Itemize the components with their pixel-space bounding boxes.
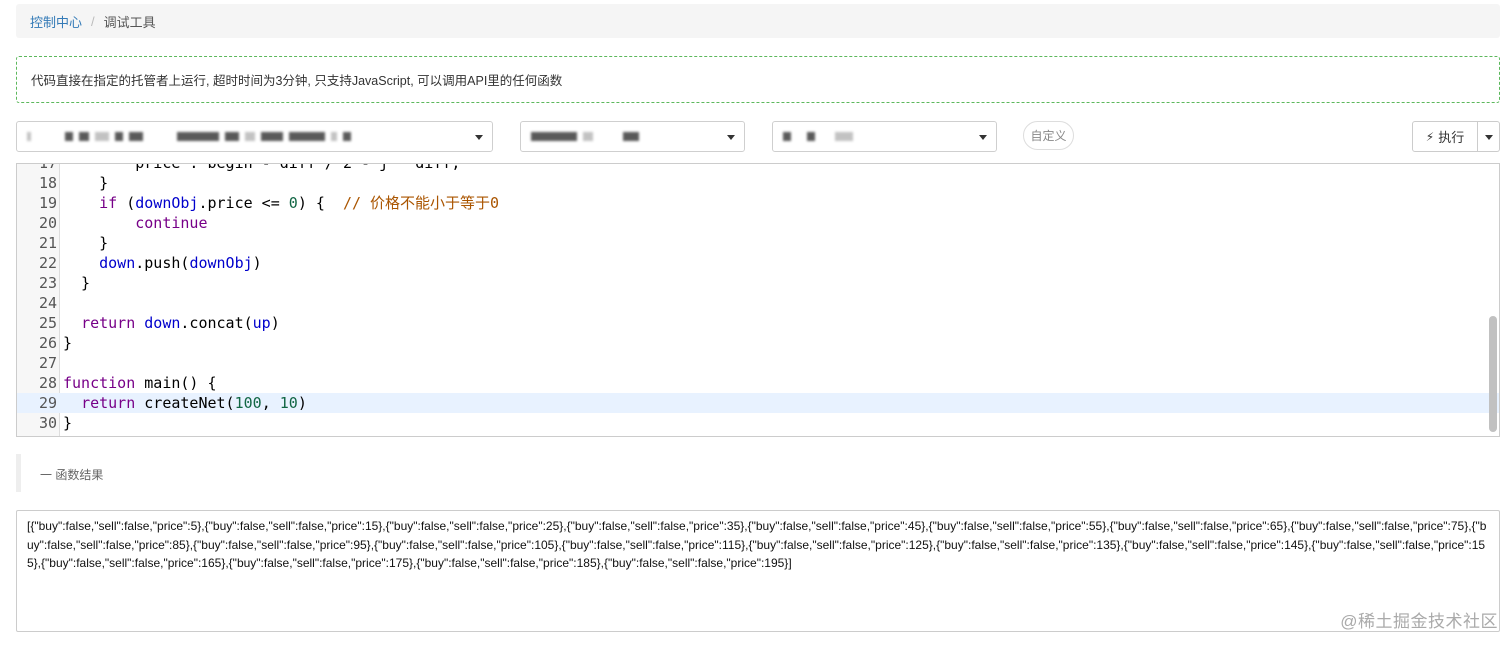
line-number: 24 [38,294,57,312]
chevron-down-icon [475,135,483,140]
code-line[interactable]: 28 function main() { [17,373,1499,393]
bolt-icon: ⚡ [1425,129,1435,144]
code-editor[interactable]: 17 price : begin - diff / 2 - j * diff, 1… [16,163,1500,437]
chevron-down-icon [979,135,987,140]
chevron-down-icon [727,135,735,140]
line-number: 27 [38,354,57,372]
code-line[interactable]: 27 [17,353,1499,373]
watermark: @稀土掘金技术社区 [1340,612,1498,631]
line-number: 30 [38,414,57,432]
line-number: 23 [38,274,57,292]
code-line[interactable]: 30} [17,413,1499,433]
line-number: 18 [38,174,57,192]
run-dropdown-toggle[interactable] [1478,121,1500,152]
run-button-group: ⚡ 执行 [1412,121,1500,152]
code-line[interactable]: 20 continue [17,213,1499,233]
breadcrumb-home-link[interactable]: 控制中心 [30,12,82,31]
run-button[interactable]: ⚡ 执行 [1412,121,1478,152]
line-number: 22 [38,254,57,272]
breadcrumb: 控制中心 / 调试工具 [16,4,1500,38]
code-line[interactable]: 25 return down.concat(up) [17,313,1499,333]
line-number: 17 [38,163,57,172]
code-line[interactable]: 17 price : begin - diff / 2 - j * diff, [17,163,1499,173]
line-number: 25 [38,314,57,332]
run-button-label: 执行 [1438,130,1465,145]
code-line[interactable]: 24 [17,293,1499,313]
code-line[interactable]: 22 down.push(downObj) [17,253,1499,273]
result-section-title: 一 函数结果 [40,468,104,482]
code-line[interactable]: 21 } [17,233,1499,253]
code-lines: 17 price : begin - diff / 2 - j * diff, 1… [17,163,1499,433]
code-line[interactable]: 26} [17,333,1499,353]
line-number: 28 [38,374,57,392]
result-output: [{"buy":false,"sell":false,"price":5},{"… [16,510,1500,632]
robot-select[interactable] [16,121,493,152]
editor-scrollbar[interactable] [1489,316,1497,432]
line-number: 26 [38,334,57,352]
code-line[interactable]: 23 } [17,273,1499,293]
line-number: 20 [38,214,57,232]
line-number: 19 [38,194,57,212]
info-notice: 代码直接在指定的托管者上运行, 超时时间为3分钟, 只支持JavaScript,… [16,56,1500,103]
breadcrumb-separator: / [91,13,95,29]
symbol-select[interactable] [772,121,997,152]
line-number: 21 [38,234,57,252]
result-section-bar [16,454,21,492]
line-number: 29 [38,394,57,412]
code-line[interactable]: 19 if (downObj.price <= 0) { // 价格不能小于等于… [17,193,1499,213]
code-line[interactable]: 18 } [17,173,1499,193]
breadcrumb-current: 调试工具 [103,14,156,30]
exchange-select[interactable] [520,121,745,152]
custom-button[interactable]: 自定义 [1023,121,1074,150]
code-line[interactable]: 29 return createNet(100, 10) [17,393,1499,413]
